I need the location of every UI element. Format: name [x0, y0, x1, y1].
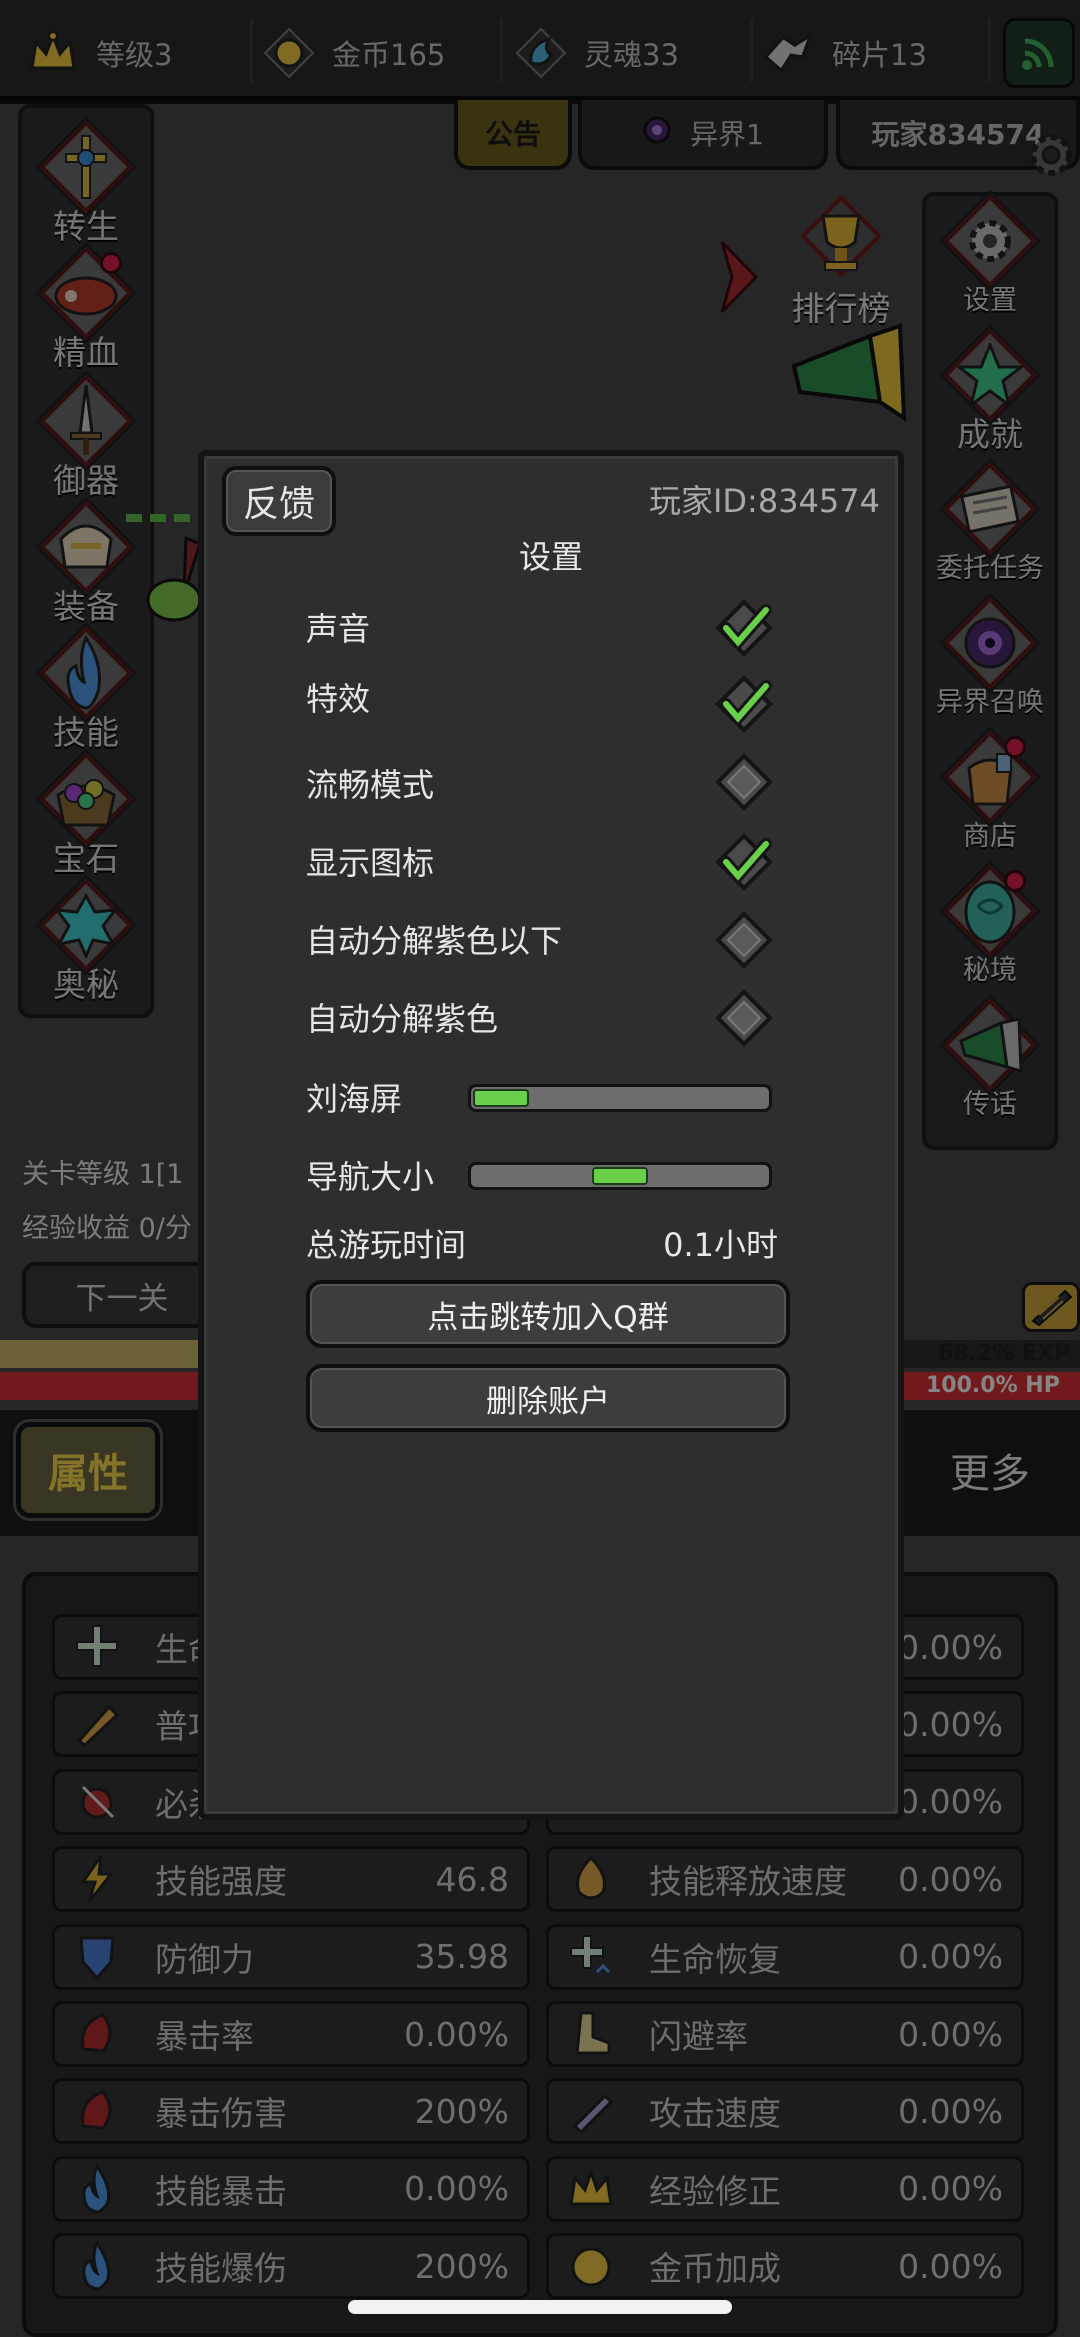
- delete-account-label: 删除账户: [486, 1383, 610, 1420]
- checkmark-icon: [714, 674, 774, 738]
- nav-size-slider[interactable]: [468, 1162, 772, 1190]
- sound-label: 声音: [306, 610, 371, 648]
- auto-salvage-below-purple-checkbox[interactable]: [714, 910, 774, 974]
- checkmark-icon: [714, 832, 774, 896]
- feedback-label: 反馈: [242, 484, 315, 525]
- sound-checkbox[interactable]: [714, 598, 774, 662]
- auto-salvage-purple-label: 自动分解紫色: [306, 1000, 499, 1038]
- nav-size-label: 导航大小: [306, 1158, 435, 1196]
- nav-size-slider-handle[interactable]: [592, 1167, 648, 1185]
- settings-title: 设置: [518, 538, 583, 576]
- notch-slider[interactable]: [468, 1084, 772, 1112]
- player-id: 玩家ID:834574: [648, 482, 880, 520]
- notch-label: 刘海屏: [306, 1080, 403, 1118]
- show-icons-label: 显示图标: [306, 844, 435, 882]
- smooth-mode-label: 流畅模式: [306, 766, 435, 804]
- feedback-button[interactable]: 反馈: [222, 466, 336, 536]
- join-group-label: 点击跳转加入Q群: [427, 1299, 669, 1336]
- checkmark-icon: [714, 598, 774, 662]
- effects-checkbox[interactable]: [714, 674, 774, 738]
- empty-diamond-icon: [714, 910, 774, 974]
- notch-slider-handle[interactable]: [473, 1089, 529, 1107]
- effects-label: 特效: [306, 680, 371, 718]
- home-indicator[interactable]: [348, 2300, 732, 2314]
- join-group-button[interactable]: 点击跳转加入Q群: [306, 1280, 790, 1348]
- smooth-mode-checkbox[interactable]: [714, 752, 774, 816]
- empty-diamond-icon: [714, 988, 774, 1052]
- empty-diamond-icon: [714, 752, 774, 816]
- auto-salvage-below-purple-label: 自动分解紫色以下: [306, 922, 563, 960]
- playtime-value: 0.1小时: [663, 1226, 778, 1264]
- delete-account-button[interactable]: 删除账户: [306, 1364, 790, 1432]
- show-icons-checkbox[interactable]: [714, 832, 774, 896]
- settings-dialog: [198, 450, 904, 1820]
- playtime-label: 总游玩时间: [306, 1226, 467, 1264]
- auto-salvage-purple-checkbox[interactable]: [714, 988, 774, 1052]
